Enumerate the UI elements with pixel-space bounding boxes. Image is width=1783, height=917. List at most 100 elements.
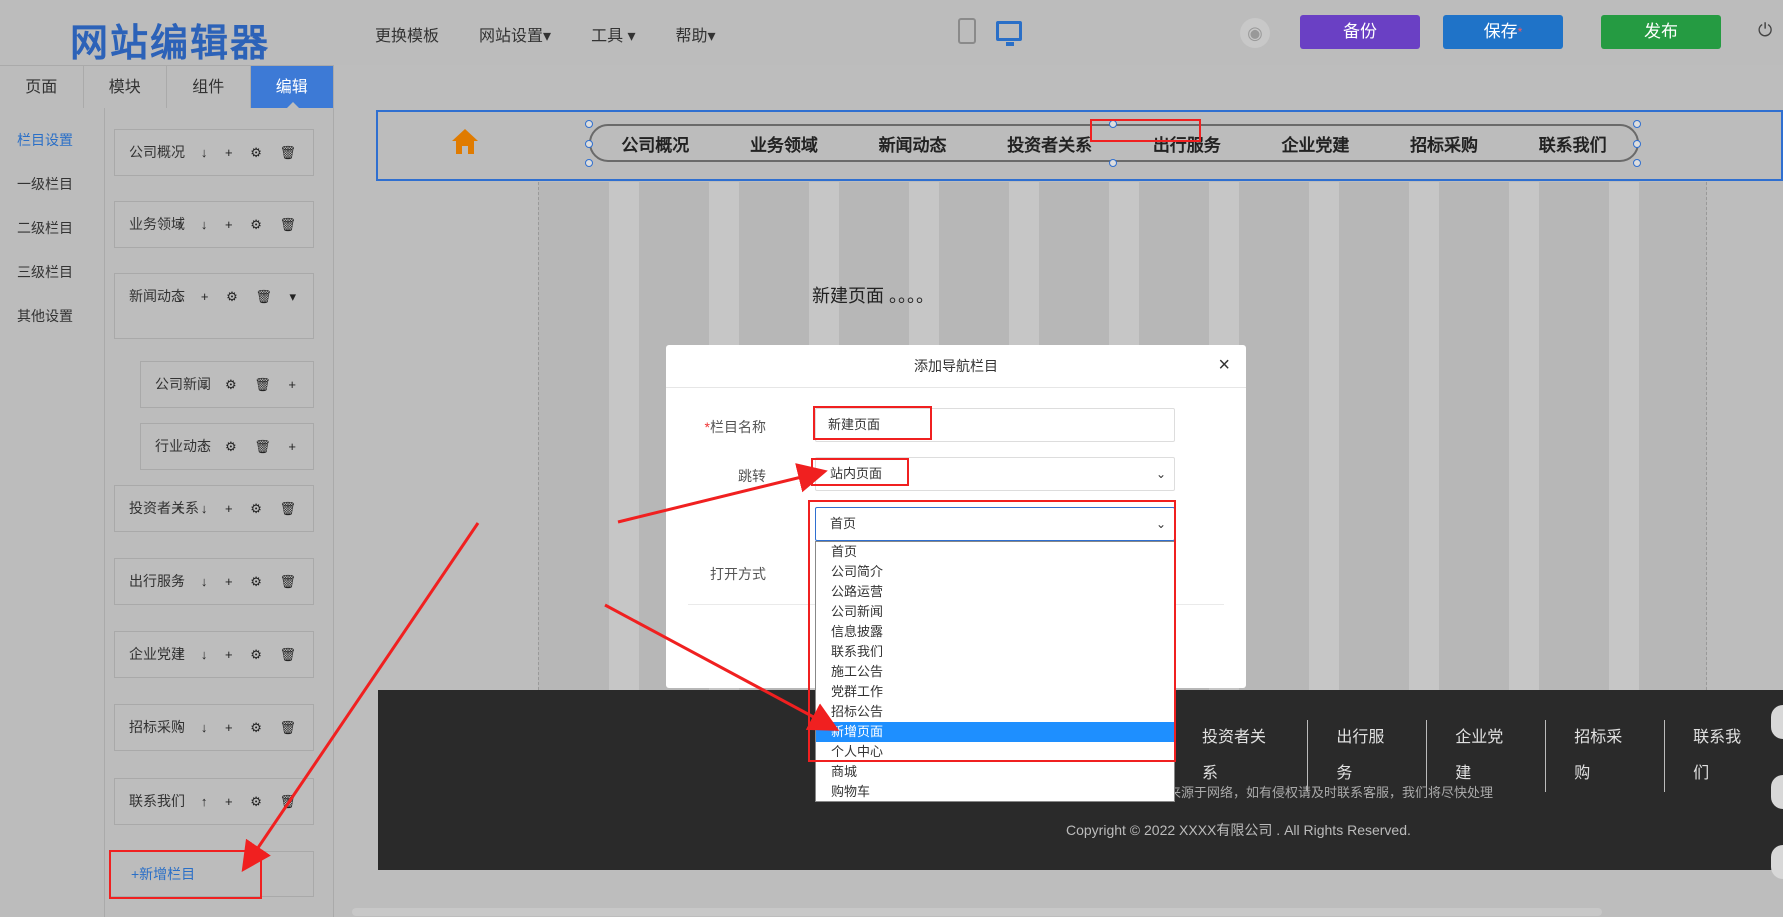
name-label-text: 栏目名称 (710, 419, 766, 435)
site-nav-item[interactable]: 企业党建 (1281, 131, 1349, 156)
subcolumn-item[interactable]: 行业动态 ↑ ⚙ 🗑 + (140, 423, 314, 470)
column-actions[interactable]: ↓ + ⚙ 🗑 (201, 130, 303, 175)
target-page-option[interactable]: 公司简介 (816, 562, 1174, 582)
page-text[interactable]: 新建页面 。。。。 (812, 282, 934, 308)
column-actions[interactable]: ↑ ↓ + ⚙ 🗑 (177, 486, 303, 531)
close-icon[interactable]: × (1218, 354, 1230, 377)
tab-page[interactable]: 页面 (0, 66, 84, 108)
site-nav-item[interactable]: 出行服务 (1153, 131, 1221, 156)
preview-eye-icon[interactable]: ◉ (1240, 18, 1270, 48)
jump-type-value: 站内页面 (830, 466, 883, 481)
site-nav-item[interactable]: 联系我们 (1539, 131, 1607, 156)
target-page-select[interactable]: 首页 ⌄ (815, 507, 1175, 541)
mobile-view-icon[interactable] (958, 18, 976, 44)
publish-button[interactable]: 发布 (1601, 15, 1721, 49)
resize-handle[interactable] (585, 140, 593, 148)
resize-handle[interactable] (1633, 159, 1641, 167)
target-page-option[interactable]: 个人中心 (816, 742, 1174, 762)
column-label: 公司概况 (129, 144, 185, 160)
column-actions[interactable]: ↑ ↓ + ⚙ 🗑 (177, 705, 303, 750)
menu-help[interactable]: 帮助▾ (676, 22, 716, 46)
column-item[interactable]: 业务领域 ↑ ↓ + ⚙ 🗑 (114, 201, 314, 248)
dialog-title: 添加导航栏目 (666, 345, 1246, 388)
sidebar-item-other[interactable]: 其他设置 (17, 306, 73, 326)
target-page-option[interactable]: 首页 (816, 542, 1174, 562)
side-tool-icon[interactable] (1771, 705, 1783, 739)
target-page-options: 首页 公司简介 公路运营 公司新闻 信息披露 联系我们 施工公告 党群工作 招标公告 新增页面 个人… (815, 541, 1175, 802)
resize-handle[interactable] (1633, 120, 1641, 128)
top-menu: 更换模板 网站设置▾ 工具 ▾ 帮助▾ (375, 22, 716, 46)
backup-button[interactable]: 备份 (1300, 15, 1420, 49)
target-page-option[interactable]: 公路运营 (816, 582, 1174, 602)
target-page-option[interactable]: 信息披露 (816, 622, 1174, 642)
resize-handle[interactable] (585, 159, 593, 167)
footer-copyright: Copyright © 2022 XXXX有限公司 . All Rights R… (1066, 822, 1411, 838)
side-tool-icon[interactable] (1771, 845, 1783, 879)
tab-component[interactable]: 组件 (167, 66, 251, 108)
site-nav-module[interactable]: 公司概况 业务领域 新闻动态 投资者关系 出行服务 企业党建 招标采购 联系我们 (376, 110, 1783, 181)
site-nav-item[interactable]: 招标采购 (1410, 131, 1478, 156)
column-item[interactable]: 公司概况 ↓ + ⚙ 🗑 (114, 129, 314, 176)
site-nav-item[interactable]: 投资者关系 (1007, 131, 1092, 156)
target-page-option[interactable]: 党群工作 (816, 682, 1174, 702)
target-page-option[interactable]: 招标公告 (816, 702, 1174, 722)
resize-handle[interactable] (1109, 159, 1117, 167)
tab-edit[interactable]: 编辑 (250, 66, 334, 108)
target-page-option[interactable]: 施工公告 (816, 662, 1174, 682)
footer-nav-item[interactable]: 招标采购 (1545, 720, 1664, 792)
column-actions[interactable]: ↑ ⚙ 🗑 + (201, 424, 303, 469)
menu-change-template[interactable]: 更换模板 (375, 22, 439, 46)
jump-label: 跳转 (738, 468, 766, 484)
side-tool-icon[interactable] (1771, 775, 1783, 809)
site-nav-item[interactable]: 公司概况 (621, 131, 689, 156)
sidebar-item-level2[interactable]: 二级栏目 (17, 218, 73, 238)
column-item[interactable]: 招标采购 ↑ ↓ + ⚙ 🗑 (114, 704, 314, 751)
power-icon[interactable]: ⏻ (1758, 20, 1772, 41)
target-page-option[interactable]: 购物车 (816, 782, 1174, 802)
site-nav-bar: 公司概况 业务领域 新闻动态 投资者关系 出行服务 企业党建 招标采购 联系我们 (589, 124, 1639, 162)
column-actions[interactable]: ↑ + ⚙ 🗑 (201, 779, 303, 824)
desktop-view-icon[interactable] (996, 21, 1022, 46)
column-item[interactable]: 投资者关系 ↑ ↓ + ⚙ 🗑 (114, 485, 314, 532)
sidebar-item-column-settings[interactable]: 栏目设置 (17, 130, 73, 150)
target-page-option[interactable]: 商城 (816, 762, 1174, 782)
resize-handle[interactable] (1109, 120, 1117, 128)
resize-handle[interactable] (585, 120, 593, 128)
column-item[interactable]: 企业党建 ↑ ↓ + ⚙ 🗑 (114, 631, 314, 678)
unsaved-star: * (1517, 25, 1523, 39)
panel-tabs: 页面 模块 组件 编辑 (0, 65, 334, 108)
site-nav-item[interactable]: 业务领域 (750, 131, 818, 156)
sidebar-nav: 栏目设置 一级栏目 二级栏目 三级栏目 其他设置 (0, 108, 105, 917)
column-name-input[interactable]: 新建页面 (815, 408, 1175, 442)
column-actions[interactable]: ↓ ⚙ 🗑 + (201, 362, 303, 407)
target-page-option[interactable]: 公司新闻 (816, 602, 1174, 622)
chevron-down-icon: ⌄ (1155, 517, 1166, 531)
menu-site-settings[interactable]: 网站设置▾ (479, 22, 551, 46)
column-actions[interactable]: ↑ ↓ + ⚙ 🗑 (177, 202, 303, 247)
horizontal-scrollbar[interactable] (352, 908, 1602, 916)
resize-handle[interactable] (1633, 140, 1641, 148)
column-actions[interactable]: ↑ ↓ + ⚙ 🗑 (177, 632, 303, 677)
menu-tools[interactable]: 工具 ▾ (591, 22, 635, 46)
home-icon[interactable] (450, 126, 480, 156)
sidebar-item-level3[interactable]: 三级栏目 (17, 262, 73, 282)
site-nav-item[interactable]: 新闻动态 (879, 131, 947, 156)
tab-module[interactable]: 模块 (84, 66, 167, 108)
footer-nav-item[interactable]: 联系我们 (1664, 720, 1783, 792)
target-page-option[interactable]: 联系我们 (816, 642, 1174, 662)
chevron-down-icon: ⌄ (1155, 467, 1166, 481)
column-item[interactable]: 联系我们 ↑ + ⚙ 🗑 (114, 778, 314, 825)
target-page-option[interactable]: 新增页面 (816, 722, 1174, 742)
column-label: 联系我们 (129, 793, 185, 809)
column-item[interactable]: 出行服务 ↑ ↓ + ⚙ 🗑 (114, 558, 314, 605)
subcolumn-item[interactable]: 公司新闻 ↓ ⚙ 🗑 + (140, 361, 314, 408)
column-actions[interactable]: ↓ + ⚙ 🗑 ▾ (177, 274, 303, 319)
sidebar-item-level1[interactable]: 一级栏目 (17, 174, 73, 194)
app-logo: 网站编辑器 (70, 23, 271, 65)
save-button[interactable]: 保存* (1443, 15, 1563, 49)
add-column-button[interactable]: +新增栏目 (110, 851, 314, 897)
open-mode-label: 打开方式 (710, 566, 766, 582)
column-item[interactable]: 新闻动态 ↓ + ⚙ 🗑 ▾ (114, 273, 314, 339)
column-actions[interactable]: ↑ ↓ + ⚙ 🗑 (177, 559, 303, 604)
jump-type-select[interactable]: 站内页面 ⌄ (815, 457, 1175, 491)
